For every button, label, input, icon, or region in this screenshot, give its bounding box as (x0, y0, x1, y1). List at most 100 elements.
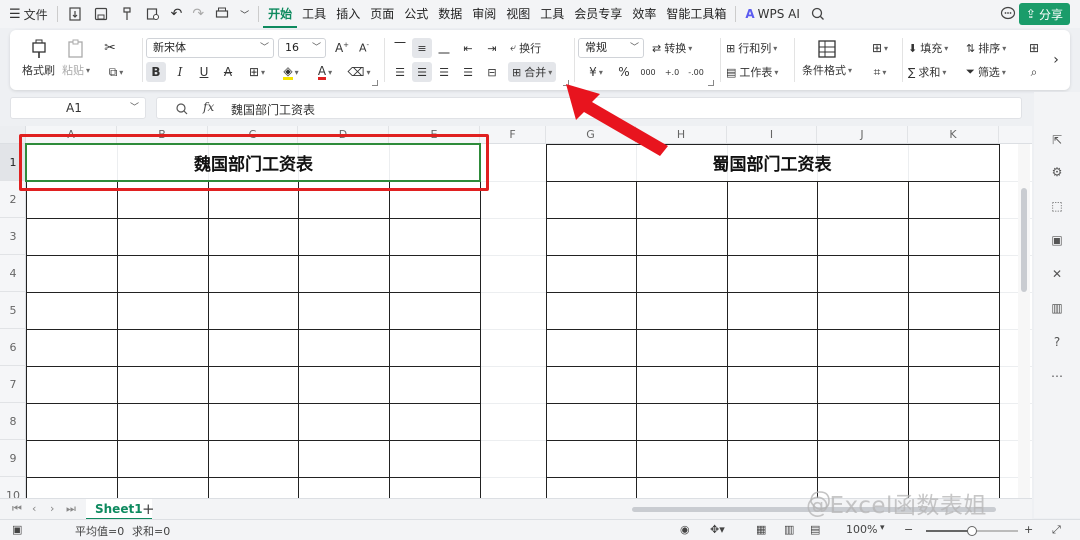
copy-button[interactable]: ⧉ ▾ (102, 62, 130, 82)
first-sheet-icon[interactable]: ⏮ (12, 502, 22, 516)
tools-icon[interactable]: ✕ (1047, 264, 1067, 284)
sort-button[interactable]: ⇅ 排序 ▾ (966, 40, 1006, 56)
row-header[interactable]: 6 (0, 329, 26, 366)
undo-button[interactable]: ↶ (166, 0, 188, 28)
book-icon[interactable]: ▥ (1047, 298, 1067, 318)
redo-button[interactable]: ↷ (187, 0, 209, 28)
zoom-slider-knob[interactable] (967, 526, 977, 536)
number-format-select[interactable]: 常规 ﹀ (578, 38, 644, 58)
cursor-icon[interactable]: ⇱ (1047, 130, 1067, 150)
name-box[interactable]: A1 ﹀ (10, 97, 146, 119)
image-icon[interactable]: ▣ (1047, 230, 1067, 250)
align-bottom-button[interactable]: ⎽ (434, 38, 454, 58)
sum-button[interactable]: ∑ 求和 ▾ (908, 64, 946, 80)
font-color-button[interactable]: A ▾ (310, 62, 340, 82)
number-dialog-launcher[interactable] (708, 80, 714, 86)
vertical-scrollbar[interactable] (1018, 144, 1030, 498)
more-icon[interactable]: ⋯ (1047, 366, 1067, 386)
sliders-icon[interactable]: ⚙ (1047, 162, 1067, 182)
print-preview-button[interactable] (140, 0, 166, 28)
align-right-button[interactable]: ☰ (434, 62, 454, 82)
tab-1[interactable]: 开始 (263, 0, 298, 28)
file-menu[interactable]: ☰ 文件 (4, 0, 53, 28)
page-break-icon[interactable]: ▤ (810, 523, 820, 536)
filter-button[interactable]: ⏷ 筛选 ▾ (966, 64, 1006, 80)
share-button[interactable]: ⇪ 分享 (1018, 3, 1070, 25)
fill-color-button[interactable]: ◈ ▾ (276, 62, 306, 82)
help-icon[interactable]: ? (1047, 332, 1067, 352)
zoom-in-icon[interactable]: + (1024, 523, 1033, 536)
bold-button[interactable]: B (146, 62, 166, 82)
cut-button[interactable]: ✂ (100, 38, 120, 58)
tab-5[interactable]: 公式 (399, 0, 433, 28)
column-header[interactable]: J (817, 126, 908, 144)
column-header[interactable]: F (480, 126, 546, 144)
strikethrough-button[interactable]: A (218, 62, 238, 82)
zoom-chevron-icon[interactable]: ▾ (880, 523, 885, 533)
percent-button[interactable]: % (614, 62, 634, 82)
column-header[interactable]: I (727, 126, 817, 144)
ribbon-scroll-right[interactable]: › (1046, 50, 1066, 70)
border-button[interactable]: ⊞ ▾ (242, 62, 272, 82)
tab-6[interactable]: 数据 (433, 0, 467, 28)
rows-cols-button[interactable]: ⊞ 行和列 ▾ (726, 40, 777, 56)
zoom-out-icon[interactable]: − (904, 523, 913, 536)
fullscreen-icon[interactable]: ⤢ (1052, 523, 1061, 537)
tab-3[interactable]: 插入 (331, 0, 365, 28)
row-header[interactable]: 4 (0, 255, 26, 292)
eye-protection-icon[interactable]: ◉ (680, 523, 690, 536)
underline-button[interactable]: U (194, 62, 214, 82)
wrap-text-button[interactable]: ⤶ 换行 (510, 40, 541, 56)
next-sheet-icon[interactable]: › (50, 502, 54, 515)
distributed-button[interactable]: ⊟ (482, 62, 502, 82)
last-sheet-icon[interactable]: ⏭ (66, 502, 76, 516)
format-brush-button[interactable] (114, 0, 140, 28)
row-header[interactable]: 10 (0, 477, 26, 498)
clear-format-button[interactable]: ⌫ ▾ (344, 62, 374, 82)
tab-2[interactable]: 工具 (297, 0, 331, 28)
decrease-font-button[interactable]: A- (354, 38, 374, 58)
row-header[interactable]: 9 (0, 440, 26, 477)
tab-8[interactable]: 视图 (501, 0, 535, 28)
thousands-separator-button[interactable]: 000 (638, 62, 658, 82)
page-layout-icon[interactable]: ▥ (784, 523, 794, 536)
save-as-pdf-button[interactable] (62, 0, 88, 28)
zoom-formula-icon[interactable] (175, 102, 189, 116)
save-button[interactable] (88, 0, 114, 28)
decrease-decimal-button[interactable]: -.00 (686, 62, 706, 82)
tab-11[interactable]: 效率 (627, 0, 661, 28)
find-button[interactable]: ⌕ (1024, 62, 1044, 82)
fx-icon[interactable]: fx (203, 100, 214, 114)
quick-access-dropdown[interactable]: ﹀ (235, 0, 254, 28)
worksheet-button[interactable]: ▤ 工作表 ▾ (726, 64, 778, 80)
font-size-select[interactable]: 16 ﹀ (278, 38, 326, 58)
decrease-indent-button[interactable]: ⇤ (458, 38, 478, 58)
row-header[interactable]: 8 (0, 403, 26, 440)
increase-decimal-button[interactable]: +.0 (662, 62, 682, 82)
tab-4[interactable]: 页面 (365, 0, 399, 28)
row-header[interactable]: 5 (0, 292, 26, 329)
normal-view-icon[interactable]: ▦ (756, 523, 766, 536)
tab-12[interactable]: 智能工具箱 (661, 0, 731, 28)
cell-style-button[interactable]: ⊞ ▾ (866, 38, 894, 58)
increase-indent-button[interactable]: ⇥ (482, 38, 502, 58)
format-painter-button[interactable]: 格式刷 (22, 38, 55, 78)
merge-button[interactable]: ⊞ 合并 ▾ (508, 62, 557, 82)
currency-button[interactable]: ¥ ▾ (582, 62, 610, 82)
conditional-format-button[interactable]: 条件格式 ▾ (802, 38, 852, 78)
row-header[interactable]: 3 (0, 218, 26, 255)
search-button[interactable] (805, 0, 831, 28)
tab-7[interactable]: 审阅 (467, 0, 501, 28)
prev-sheet-icon[interactable]: ‹ (32, 502, 36, 515)
paste-button[interactable]: 粘贴 ▾ (62, 38, 90, 78)
fill-button[interactable]: ⬇ 填充 ▾ (908, 40, 948, 56)
italic-button[interactable]: I (170, 62, 190, 82)
center-view-icon[interactable]: ✥▾ (710, 523, 725, 536)
font-dialog-launcher[interactable] (372, 80, 378, 86)
tab-10[interactable]: 会员专享 (569, 0, 627, 28)
align-middle-button[interactable]: ≡ (412, 38, 432, 58)
font-name-select[interactable]: 新宋体 ﹀ (146, 38, 274, 58)
freeze-button[interactable]: ⌗ ▾ (866, 62, 894, 82)
spreadsheet-grid[interactable]: ABCDEFGHIJK 1 2 3 4 5 6 7 8 9 10 魏国部门工资表 蜀国部门工资表 (0, 126, 1032, 498)
add-sheet-button[interactable]: + (142, 500, 155, 518)
